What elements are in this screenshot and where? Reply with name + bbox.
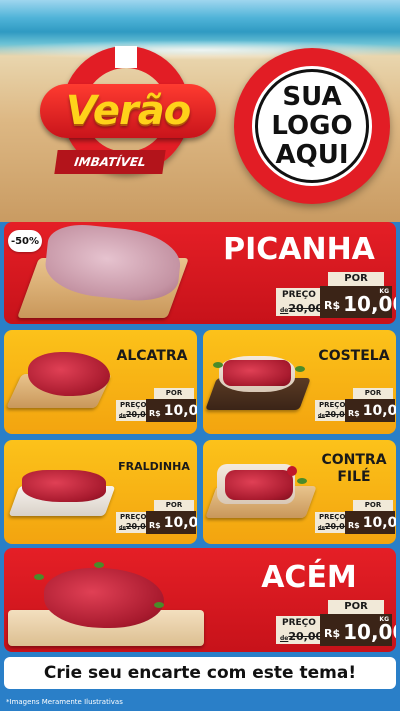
title-sub: IMBATÍVEL [73, 155, 147, 169]
product-card-costela[interactable]: COSTELA POR PREÇO de20,00 R$ 10,00 [203, 330, 396, 434]
currency: R$ [348, 521, 360, 530]
currency: R$ [348, 409, 360, 418]
price-tag: POR PREÇO de20,00 R$ 10,00 [116, 388, 197, 422]
price-tag: POR PREÇO de20,00 R$ 10,00 [315, 500, 396, 534]
unit: KG [379, 288, 389, 295]
price-tag: POR PREÇO de20,00 R$ 10,00 [315, 388, 396, 422]
logo-text-line: LOGO [271, 110, 353, 141]
logo-text-line: SUA [282, 81, 342, 112]
discount-badge: -50% [8, 230, 42, 252]
product-name: PICANHA [223, 232, 375, 267]
logo-placeholder[interactable]: SUA LOGO AQUI [255, 69, 369, 183]
por-label: POR [328, 272, 384, 286]
acem-meat-image [44, 568, 164, 628]
alcatra-meat-image [28, 352, 110, 396]
fraldinha-meat-image [22, 470, 106, 502]
tomato-garnish [287, 466, 297, 476]
product-card-fraldinha[interactable]: FRALDINHA POR PREÇO de20,00 R$ 10,00 [4, 440, 197, 544]
subtitle-ribbon: IMBATÍVEL [54, 150, 166, 174]
product-name: ALCATRA [116, 348, 188, 364]
cta-text: Crie seu encarte com este tema! [43, 663, 357, 683]
new-price: 10,00 [362, 403, 396, 419]
title-main: Verão [65, 88, 191, 134]
currency: R$ [324, 299, 341, 312]
new-price: 10,00 [362, 515, 396, 531]
unit: KG [379, 616, 389, 623]
herb-leaf [297, 478, 307, 484]
footnote: *Imagens Meramente Ilustrativas [6, 698, 123, 706]
new-price-box: R$ 10,00 [146, 511, 197, 534]
new-price-box: R$ 10,00 [345, 399, 396, 422]
old-price: de20,00 [280, 630, 324, 643]
product-card-acem[interactable]: ACÉM POR PREÇO de20,00 R$ 10,00 KG [4, 548, 396, 652]
summer-beach-banner: Verão IMBATÍVEL SUA LOGO AQUI [0, 0, 400, 222]
product-card-alcatra[interactable]: ALCATRA POR PREÇO de20,00 R$ 10,00 [4, 330, 197, 434]
por-label: POR [353, 388, 393, 399]
currency: R$ [149, 521, 161, 530]
price-tag: POR PREÇO de20,00 R$ 10,00 [116, 500, 197, 534]
contra-file-meat-body [225, 470, 293, 500]
preco-label: PREÇO [319, 401, 346, 409]
preco-label: PREÇO [120, 513, 147, 521]
preco-label: PREÇO [282, 618, 316, 628]
herb-leaf [94, 562, 104, 568]
herb-leaf [295, 366, 305, 372]
preco-label: PREÇO [282, 290, 316, 300]
preco-label: PREÇO [120, 401, 147, 409]
cta-banner[interactable]: Crie seu encarte com este tema! [4, 657, 396, 689]
por-label: POR [353, 500, 393, 511]
new-price-box: R$ 10,00 [146, 399, 197, 422]
product-name-line: FILÉ [337, 469, 371, 485]
logo-text-line: AQUI [275, 139, 349, 170]
product-card-picanha[interactable]: PICANHA POR PREÇO de20,00 R$ 10,00 KG [4, 222, 396, 324]
verao-title-badge: Verão [40, 84, 216, 138]
herb-leaf [154, 602, 164, 608]
herb-leaf [213, 362, 223, 368]
new-price: 10,00 [163, 403, 197, 419]
old-price: de20,00 [280, 302, 324, 315]
new-price-box: R$ 10,00 KG [320, 614, 396, 646]
product-name: FRALDINHA [118, 460, 190, 473]
price-tag: POR PREÇO de20,00 R$ 10,00 KG [276, 272, 396, 318]
preco-label: PREÇO [319, 513, 346, 521]
por-label: POR [154, 388, 194, 399]
new-price: 10,00 [163, 515, 197, 531]
herb-leaf [34, 574, 44, 580]
currency: R$ [149, 409, 161, 418]
product-name: COSTELA [318, 348, 390, 364]
price-tag: POR PREÇO de20,00 R$ 10,00 KG [276, 600, 396, 646]
product-name-line: CONTRA [321, 452, 387, 468]
por-label: POR [328, 600, 384, 614]
new-price-box: R$ 10,00 [345, 511, 396, 534]
new-price-box: R$ 10,00 KG [320, 286, 396, 318]
currency: R$ [324, 627, 341, 640]
product-name: CONTRA FILÉ [315, 452, 393, 486]
costela-meat-body [223, 360, 291, 386]
logo-lifebuoy: SUA LOGO AQUI [234, 48, 390, 204]
lifebuoy-stripe [115, 46, 137, 68]
product-card-contra-file[interactable]: CONTRA FILÉ POR PREÇO de20,00 R$ 10,00 [203, 440, 396, 544]
product-name: ACÉM [261, 560, 357, 595]
por-label: POR [154, 500, 194, 511]
